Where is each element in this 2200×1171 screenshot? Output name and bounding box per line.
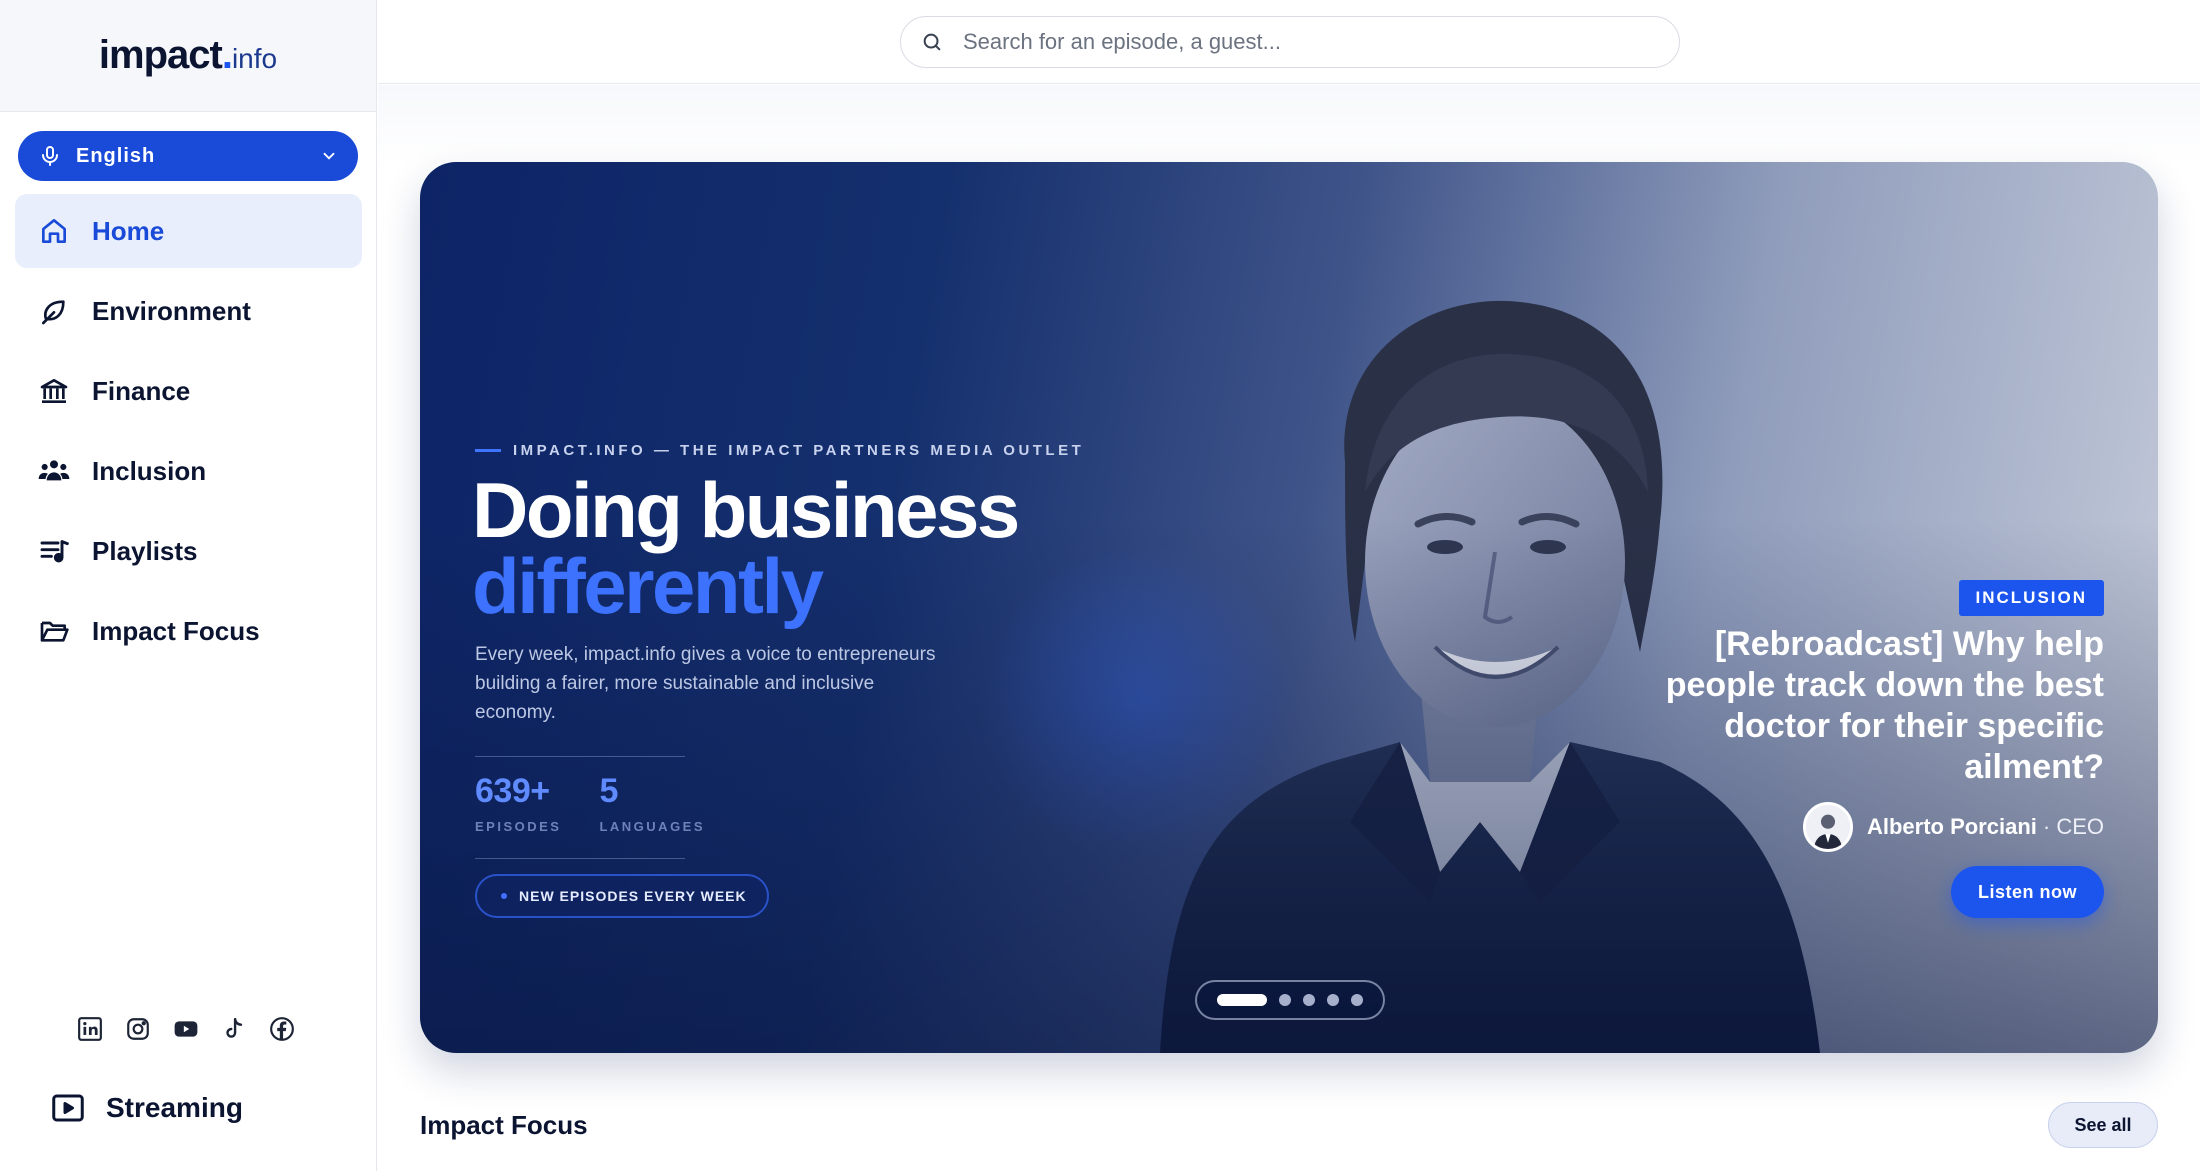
language-label: English (76, 144, 156, 167)
stat-label: LANGUAGES (599, 819, 706, 834)
divider (475, 756, 685, 757)
guest-name: Alberto Porciani (1866, 814, 2037, 839)
logo-main: impact (98, 33, 223, 77)
tiktok-icon[interactable] (220, 1015, 248, 1043)
search-input[interactable] (963, 29, 1643, 55)
badge-text: NEW EPISODES EVERY WEEK (519, 888, 747, 904)
headline-line-2: differently (472, 542, 824, 630)
facebook-icon[interactable] (268, 1015, 296, 1043)
logo-suffix: info (231, 43, 278, 74)
nav-item-home[interactable]: Home (15, 194, 362, 268)
carousel-dot[interactable] (1351, 994, 1363, 1006)
nav-item-impact-focus[interactable]: Impact Focus (15, 594, 362, 668)
carousel-dot[interactable] (1327, 994, 1339, 1006)
chevron-down-icon (323, 152, 335, 160)
bank-icon (37, 374, 71, 408)
stat-episodes: 639+ EPISODES (475, 772, 561, 834)
main-nav: Home Environment Finance Inclusion Playl… (15, 194, 362, 674)
nav-label: Inclusion (92, 455, 207, 486)
see-all-button[interactable]: See all (2048, 1102, 2158, 1148)
category-tag[interactable]: INCLUSION (1958, 580, 2104, 616)
stat-label: EPISODES (475, 819, 562, 834)
hero-banner[interactable]: IMPACT.INFO — THE IMPACT PARTNERS MEDIA … (420, 162, 2158, 1053)
listen-now-button[interactable]: Listen now (1951, 866, 2104, 918)
youtube-icon[interactable] (172, 1015, 200, 1043)
hero-stats: 639+ EPISODES 5 LANGUAGES (475, 772, 705, 834)
leaf-icon (37, 294, 71, 328)
kicker-line (475, 449, 501, 452)
nav-label: Impact Focus (92, 615, 260, 646)
page-background (378, 85, 2200, 165)
linkedin-icon[interactable] (76, 1015, 104, 1043)
kicker-text: IMPACT.INFO — THE IMPACT PARTNERS MEDIA … (513, 442, 1085, 459)
carousel-dot[interactable] (1303, 994, 1315, 1006)
stat-value: 5 (599, 772, 618, 810)
search-icon (923, 33, 941, 51)
topbar (378, 0, 2200, 84)
social-links (76, 1015, 296, 1043)
folder-icon (37, 614, 71, 648)
instagram-icon[interactable] (124, 1015, 152, 1043)
hero-headline: Doing business differently (472, 471, 1020, 630)
stat-languages: 5 LANGUAGES (599, 772, 705, 834)
site-logo[interactable]: impact. info (99, 33, 277, 78)
nav-label: Environment (92, 295, 251, 326)
divider (475, 858, 685, 859)
stat-value: 639+ (475, 772, 550, 810)
hero-kicker: IMPACT.INFO — THE IMPACT PARTNERS MEDIA … (475, 442, 1084, 459)
microphone-icon (42, 146, 58, 166)
avatar (1802, 802, 1853, 852)
people-icon (37, 454, 71, 488)
carousel-dot[interactable] (1279, 994, 1291, 1006)
carousel-pager (1195, 980, 1385, 1020)
carousel-dot-active[interactable] (1217, 994, 1267, 1006)
headline-line-1: Doing business (472, 466, 1020, 554)
logo-dot: . (221, 33, 233, 77)
nav-item-playlists[interactable]: Playlists (15, 514, 362, 588)
language-selector[interactable]: English (18, 131, 358, 181)
section-title: Impact Focus (420, 1110, 588, 1140)
nav-label: Home (92, 215, 165, 246)
sidebar: impact. info English Home Environment Fin… (0, 0, 377, 1171)
nav-item-finance[interactable]: Finance (15, 354, 362, 428)
episode-title[interactable]: [Rebroadcast] Why help people track down… (1604, 624, 2104, 788)
search-bar[interactable] (900, 16, 1680, 68)
home-icon (37, 214, 71, 248)
nav-item-environment[interactable]: Environment (15, 274, 362, 348)
hero-lead: Every week, impact.info gives a voice to… (475, 644, 936, 723)
nav-label: Playlists (92, 535, 198, 566)
guest-role: · CEO (2042, 814, 2104, 839)
guest-info: Alberto Porciani · CEO (1802, 802, 2104, 852)
new-episodes-badge: NEW EPISODES EVERY WEEK (475, 874, 769, 918)
streaming-label: Streaming (106, 1092, 243, 1123)
nav-label: Finance (92, 375, 191, 406)
badge-dot (501, 893, 507, 899)
streaming-link[interactable]: Streaming (50, 1090, 243, 1126)
nav-item-inclusion[interactable]: Inclusion (15, 434, 362, 508)
logo-area: impact. info (0, 0, 376, 112)
playlist-icon (37, 534, 71, 568)
play-square-icon (52, 1094, 84, 1122)
